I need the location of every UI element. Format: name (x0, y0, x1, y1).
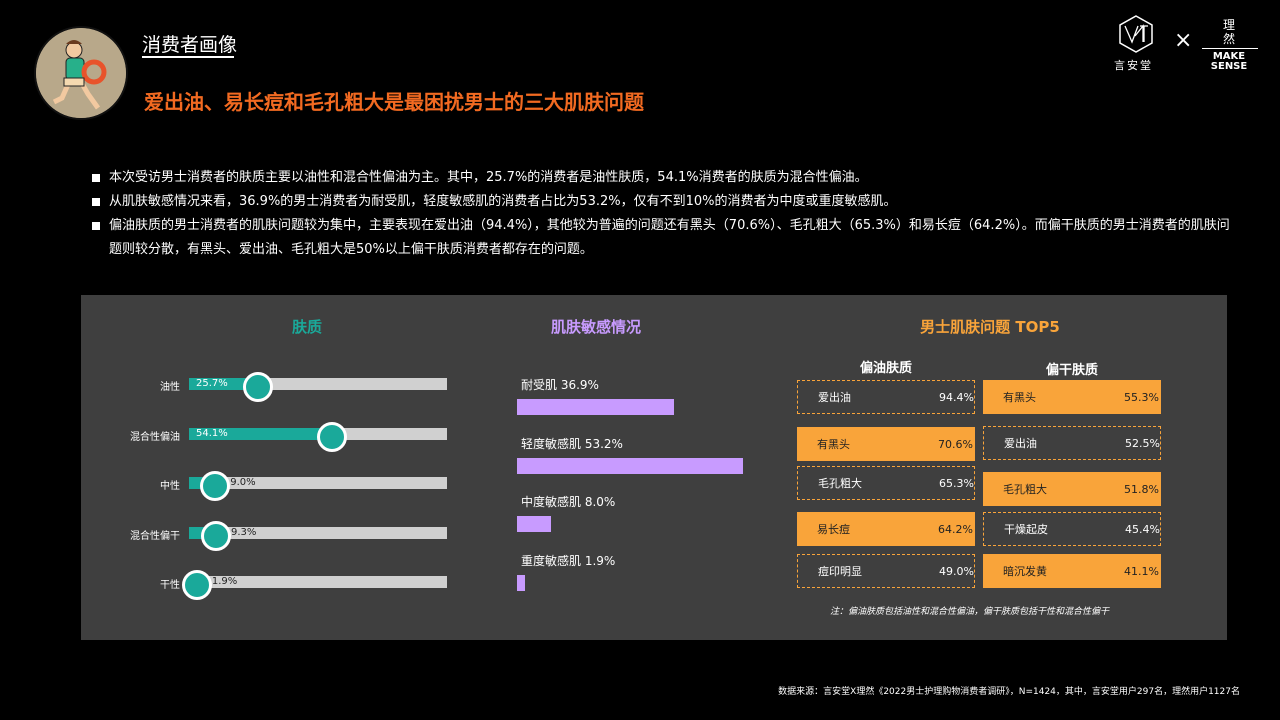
top5-item: 有黑头 (817, 438, 850, 451)
skin-type-knob (200, 520, 231, 551)
section-title: 消费者画像 (142, 34, 238, 56)
sensitivity-bar (517, 574, 526, 591)
skin-type-title: 肤质 (291, 318, 322, 336)
skin-type-value: 9.3% (230, 526, 257, 538)
top5-cell: 有黑头 55.3% (983, 380, 1161, 414)
skin-type-value: 9.0% (230, 477, 256, 488)
top5-cell: 痘印明显 49.0% (797, 554, 975, 588)
top5-value: 65.3% (939, 476, 974, 490)
data-source: 数据来源：言安堂X理然《2022男士护理购物消费者调研》，N=1424，其中，言… (778, 687, 1240, 697)
skin-type-label: 中性 (160, 481, 180, 492)
skin-type-label: 混合性偏油 (130, 431, 180, 443)
top5-col-dry-head: 偏干肤质 (1045, 363, 1098, 378)
top5-cell: 有黑头 70.6% (797, 427, 975, 461)
top5-item: 爱出油 (1004, 437, 1037, 450)
headline: 爱出油、易长痘和毛孔粗大是最困扰男士的三大肌肤问题 (144, 90, 644, 114)
top5-cell: 易长痘 64.2% (797, 512, 975, 546)
sensitivity-label: 耐受肌 36.9% (521, 378, 599, 392)
makesense-logo-divider (1202, 48, 1258, 49)
makesense-logo-cn: 理然 (1222, 18, 1235, 46)
top5-cell: 毛孔粗大 51.8% (983, 472, 1161, 506)
top5-cell: 暗沉发黄 41.1% (983, 554, 1161, 588)
top5-value: 45.4% (1125, 522, 1160, 536)
skin-type-label: 油性 (160, 382, 180, 393)
sensitivity-label: 轻度敏感肌 53.2% (521, 436, 623, 451)
top5-value: 41.1% (1124, 564, 1159, 578)
sensitivity-bar (517, 457, 743, 474)
top5-value: 51.8% (1124, 482, 1159, 496)
skin-type-value: 54.1% (196, 427, 228, 439)
top5-item: 干燥起皮 (1004, 523, 1048, 536)
top5-value: 64.2% (938, 522, 973, 536)
top5-cell: 爱出油 94.4% (797, 380, 975, 414)
makesense-logo-en-2: SENSE (1210, 61, 1248, 72)
yanantang-logo-icon (1119, 15, 1153, 53)
top5-value: 94.4% (939, 390, 974, 404)
section-title-underline (142, 56, 234, 58)
top5-item: 暗沉发黄 (1003, 565, 1047, 578)
top5-col-oily-head: 偏油肤质 (859, 361, 912, 376)
collab-x: × (1174, 28, 1193, 53)
makesense-logo-en: MAKE SENSE (1206, 52, 1252, 72)
top5-value: 55.3% (1124, 390, 1159, 404)
skin-type-value: 25.7% (196, 378, 228, 389)
bullet-1: 本次受访男士消费者的肤质主要以油性和混合性偏油为主。其中，25.7%的消费者是油… (92, 166, 1242, 190)
top5-value: 52.5% (1125, 436, 1160, 450)
illustration-avatar (34, 26, 128, 120)
sensitivity-label: 重度敏感肌 1.9% (521, 553, 616, 568)
skin-type-value: 1.9% (211, 576, 238, 587)
yanantang-logo-text: 言安堂 (1114, 59, 1153, 72)
top5-item: 有黑头 (1003, 391, 1036, 404)
top5-value: 49.0% (939, 564, 974, 578)
running-man-illustration (36, 28, 126, 118)
top5-item: 爱出油 (818, 391, 851, 404)
top5-item: 毛孔粗大 (1003, 483, 1047, 496)
top5-cell: 爱出油 52.5% (983, 426, 1161, 460)
skin-type-label: 干性 (160, 580, 180, 591)
bullet-2: 从肌肤敏感情况来看，36.9%的男士消费者为耐受肌，轻度敏感肌的消费者占比为53… (92, 190, 1242, 214)
sensitivity-bar (517, 516, 551, 532)
top5-title: 男士肌肤问题 TOP5 (920, 318, 1060, 336)
top5-item: 毛孔粗大 (818, 477, 862, 490)
top5-item: 痘印明显 (818, 565, 862, 578)
skin-type-knob (181, 570, 212, 600)
top5-cell: 毛孔粗大 65.3% (797, 466, 975, 500)
top5-value: 70.6% (938, 437, 973, 451)
bullet-3: 偏油肤质的男士消费者的肌肤问题较为集中，主要表现在爱出油（94.4%），其他较为… (92, 214, 1242, 262)
summary-bullets: 本次受访男士消费者的肤质主要以油性和混合性偏油为主。其中，25.7%的消费者是油… (92, 166, 1242, 262)
top5-note: 注：偏油肤质包括油性和混合性偏油，偏干肤质包括干性和混合性偏干 (830, 607, 1110, 617)
skin-type-knob (316, 421, 347, 452)
sensitivity-title: 肌肤敏感情况 (550, 318, 641, 336)
sensitivity-bar (517, 399, 674, 415)
top5-cell: 干燥起皮 45.4% (983, 512, 1161, 546)
skin-type-label: 混合性偏干 (130, 530, 180, 542)
sensitivity-label: 中度敏感肌 8.0% (521, 495, 616, 509)
top5-item: 易长痘 (817, 523, 850, 536)
